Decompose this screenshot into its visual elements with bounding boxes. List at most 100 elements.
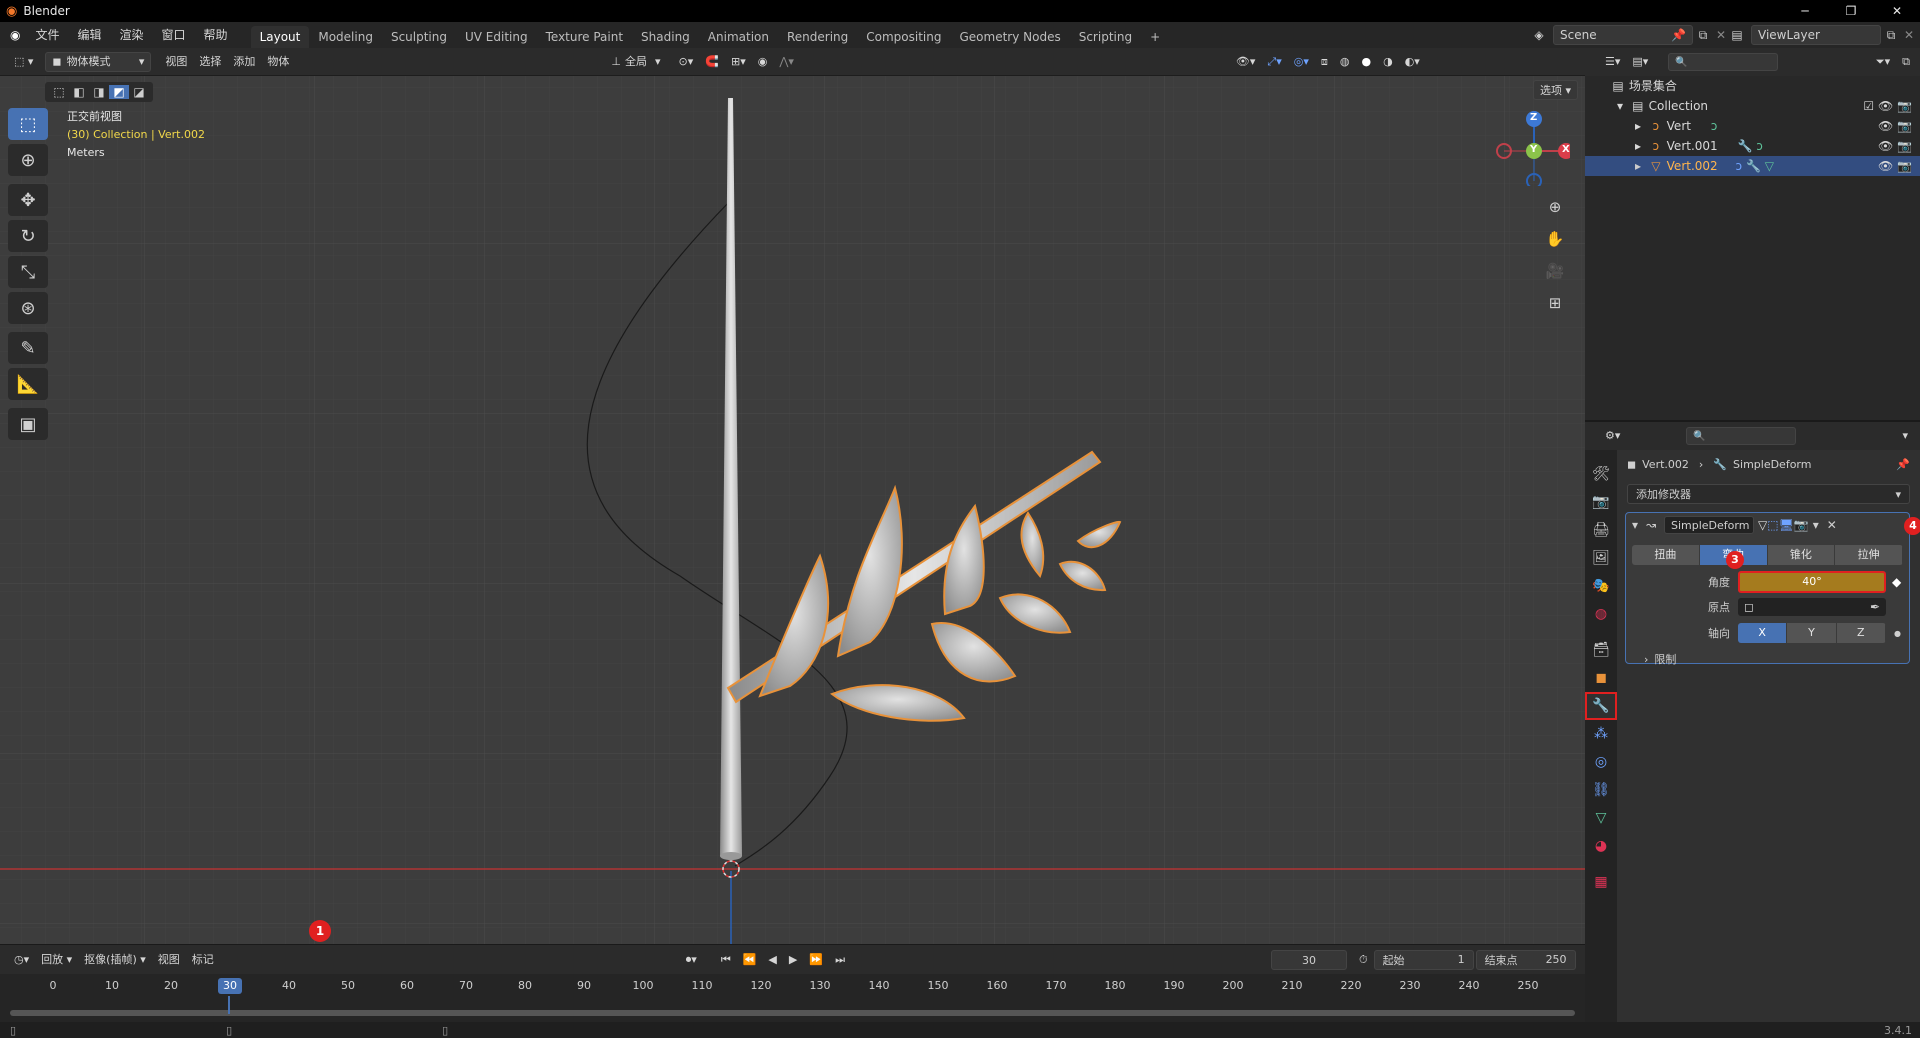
properties-search[interactable]: 🔍 xyxy=(1686,427,1797,445)
tab-texture-paint[interactable]: Texture Paint xyxy=(537,26,632,48)
viewport-toggle-icon[interactable]: 🖥 xyxy=(1779,518,1794,532)
timeline-editor-icon[interactable]: ◷▾ xyxy=(8,950,35,970)
scale-icon[interactable]: ⤡ xyxy=(8,256,48,288)
snap-target-icon[interactable]: ⊞▾ xyxy=(725,52,752,72)
deform-twist-button[interactable]: 扭曲 xyxy=(1632,545,1700,565)
view-layer-tab-icon[interactable]: 🖼 xyxy=(1585,544,1617,572)
material-shading-icon[interactable]: ◑ xyxy=(1377,52,1399,72)
modifier-menu-icon[interactable]: ▾ xyxy=(1813,518,1819,532)
object-tab-icon[interactable]: ◼ xyxy=(1585,664,1617,692)
tab-rendering[interactable]: Rendering xyxy=(778,26,857,48)
render-tab-icon[interactable]: 📷 xyxy=(1585,488,1617,516)
camera-icon[interactable]: 📷 xyxy=(1897,99,1912,113)
expand-arrow-icon[interactable]: ▾ xyxy=(1613,96,1627,116)
viewport-menu-select[interactable]: 选择 xyxy=(193,52,227,72)
end-frame-field[interactable]: 结束点 250 xyxy=(1475,949,1576,970)
add-workspace-icon[interactable]: + xyxy=(1141,26,1169,48)
editor-type-icon[interactable]: ⬚ ▾ xyxy=(8,52,39,72)
menu-edit[interactable]: 编辑 xyxy=(69,22,111,48)
tab-shading[interactable]: Shading xyxy=(632,26,699,48)
gizmo-toggle-icon[interactable]: ⤢▾ xyxy=(1261,52,1287,72)
playhead-line[interactable] xyxy=(228,996,230,1014)
cursor-icon[interactable]: ⊕ xyxy=(8,144,48,176)
pivot-point-icon[interactable]: ⊙▾ xyxy=(673,52,700,72)
menu-render[interactable]: 渲染 xyxy=(111,22,153,48)
play-icon[interactable]: ▶ xyxy=(783,950,803,970)
keyframe-dot-icon[interactable]: ● xyxy=(1894,629,1901,638)
tab-layout[interactable]: Layout xyxy=(250,26,310,48)
jump-start-icon[interactable]: ⏮ xyxy=(715,950,737,970)
origin-field[interactable]: ◻ ✒ xyxy=(1738,598,1886,616)
camera-icon[interactable]: 📷 xyxy=(1897,159,1912,173)
current-frame-field[interactable]: 30 xyxy=(1270,949,1347,970)
minimize-button[interactable]: ─ xyxy=(1782,4,1828,18)
viewport-options-dropdown[interactable]: 选项 ▾ xyxy=(1533,80,1579,100)
remove-view-layer-icon[interactable]: ✕ xyxy=(1901,28,1917,42)
timeline[interactable]: 0 10 20 30 40 50 60 70 80 90 100 110 120 130 140 150 160… xyxy=(0,974,1585,1022)
deform-taper-button[interactable]: 锥化 xyxy=(1767,545,1836,565)
timeline-menu-playback[interactable]: 回放 ▾ xyxy=(35,950,78,970)
select-box-icon[interactable]: ⬚ xyxy=(8,108,48,140)
expand-arrow-icon[interactable]: ▸ xyxy=(1631,156,1645,176)
auto-keying-icon[interactable]: ⏺▾ xyxy=(680,950,703,970)
cage-toggle-icon[interactable]: ⬚ xyxy=(1767,518,1778,532)
next-keyframe-icon[interactable]: ⏩ xyxy=(803,950,829,970)
start-frame-field[interactable]: 起始 1 xyxy=(1373,949,1474,970)
overlay-toggle-icon[interactable]: ◎▾ xyxy=(1288,52,1315,72)
solid-shading-icon[interactable]: ● xyxy=(1355,52,1377,72)
new-collection-icon[interactable]: ⧉ xyxy=(1896,52,1916,72)
add-cube-icon[interactable]: ▣ xyxy=(8,408,48,440)
scene-icon[interactable]: ◈ xyxy=(1525,28,1553,42)
particles-tab-icon[interactable]: ⁂ xyxy=(1585,720,1617,748)
viewport-menu-add[interactable]: 添加 xyxy=(227,52,261,72)
viewport-menu-view[interactable]: 视图 xyxy=(159,52,193,72)
deform-stretch-button[interactable]: 拉伸 xyxy=(1835,545,1903,565)
ortho-grid-icon[interactable]: ⊞ xyxy=(1540,288,1570,318)
falloff-icon[interactable]: ⋀▾ xyxy=(773,52,800,72)
data-tab-icon[interactable]: ▽ xyxy=(1585,804,1617,832)
add-modifier-button[interactable]: 添加修改器 ▾ xyxy=(1627,484,1910,504)
scene-field[interactable]: Scene 📌 xyxy=(1553,25,1693,45)
select-extend-icon[interactable]: ◧ xyxy=(69,85,89,99)
eye-icon[interactable]: 👁 xyxy=(1878,139,1893,153)
edit-mode-toggle-icon[interactable]: ▽ xyxy=(1758,518,1767,532)
physics-tab-icon[interactable]: ◎ xyxy=(1585,748,1617,776)
new-scene-icon[interactable]: ⧉ xyxy=(1693,28,1713,43)
select-subtract-icon[interactable]: ◨ xyxy=(89,85,109,99)
chevron-down-icon[interactable]: ▾ xyxy=(1896,426,1914,446)
select-invert-icon[interactable]: ◩ xyxy=(109,85,129,99)
material-tab-icon[interactable]: ◕ xyxy=(1585,832,1617,860)
blender-menu-icon[interactable]: ◉ xyxy=(10,28,20,42)
annotate-icon[interactable]: ✎ xyxy=(8,332,48,364)
outliner-editor-icon[interactable]: ☰▾ xyxy=(1599,52,1626,72)
menu-window[interactable]: 窗口 xyxy=(153,22,195,48)
tab-compositing[interactable]: Compositing xyxy=(857,26,950,48)
display-mode-icon[interactable]: ▤▾ xyxy=(1626,52,1654,72)
wireframe-shading-icon[interactable]: ◍ xyxy=(1334,52,1356,72)
scene-tab-icon[interactable]: 🎭 xyxy=(1585,572,1617,600)
texture-tab-icon[interactable]: ▦ xyxy=(1585,868,1617,896)
angle-field[interactable]: 40° xyxy=(1738,571,1886,593)
tab-modeling[interactable]: Modeling xyxy=(309,26,382,48)
outliner-collection-row[interactable]: ▾ ▤ Collection ☑ 👁 📷 xyxy=(1585,96,1920,116)
new-view-layer-icon[interactable]: ⧉ xyxy=(1881,28,1901,43)
camera-icon[interactable]: 📷 xyxy=(1897,119,1912,133)
outliner-object-vert-001[interactable]: ▸ ↄ Vert.001 🔧 ↄ 👁 📷 xyxy=(1585,136,1920,156)
visibility-icon[interactable]: 👁▾ xyxy=(1230,52,1262,72)
constraints-tab-icon[interactable]: ⛓ xyxy=(1585,776,1617,804)
tab-sculpting[interactable]: Sculpting xyxy=(382,26,456,48)
mode-dropdown[interactable]: ◼ 物体模式 ▾ xyxy=(45,51,152,72)
menu-help[interactable]: 帮助 xyxy=(195,22,237,48)
collapse-arrow-icon[interactable]: ▾ xyxy=(1632,518,1646,532)
timeline-menu-view[interactable]: 视图 xyxy=(152,950,186,970)
viewport-menu-object[interactable]: 物体 xyxy=(261,52,295,72)
tab-geometry-nodes[interactable]: Geometry Nodes xyxy=(950,26,1069,48)
render-shading-icon[interactable]: ◐▾ xyxy=(1399,52,1426,72)
select-intersect-icon[interactable]: ◪ xyxy=(129,85,149,99)
transform-icon[interactable]: ⊛ xyxy=(8,292,48,324)
timeline-menu-keying[interactable]: 抠像(插帧) ▾ xyxy=(78,950,152,970)
keyframe-diamond-icon[interactable]: ◆ xyxy=(1892,575,1901,589)
view-layer-field[interactable]: ViewLayer xyxy=(1751,25,1881,45)
proportional-edit-icon[interactable]: ◉ xyxy=(752,52,774,72)
close-window-button[interactable]: ✕ xyxy=(1874,4,1920,18)
